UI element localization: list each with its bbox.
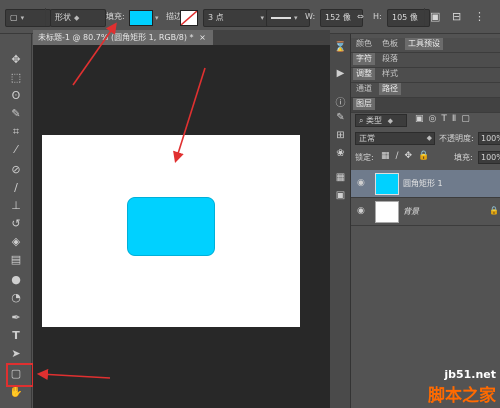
watermark-url: jb51.net	[444, 368, 496, 381]
fill-opacity-label: 填充:	[454, 153, 473, 162]
opacity-field[interactable]: 100%	[478, 132, 500, 145]
tab-color[interactable]: 颜色	[353, 38, 375, 50]
blend-mode-select[interactable]: 正常 ◆	[355, 132, 435, 145]
tab-tool-presets[interactable]: 工具预设	[405, 38, 443, 50]
tab-adjustments[interactable]: 调整	[353, 68, 375, 80]
panel-group-color: 颜色 色板 工具预设	[351, 38, 500, 53]
layer-name: 背景	[403, 207, 419, 216]
chevron-down-icon: ◆	[387, 117, 393, 125]
actions-play-icon[interactable]: ▶	[333, 68, 348, 81]
notes-panel-icon[interactable]: ✎	[333, 112, 348, 125]
properties-panel-icon[interactable]: ⊞	[333, 130, 348, 143]
tab-paths[interactable]: 路径	[379, 83, 401, 95]
lock-icons[interactable]: ▦∕✥🔒	[381, 151, 435, 161]
layer-name: 圆角矩形 1	[403, 179, 443, 188]
eye-icon[interactable]: ◉	[357, 178, 365, 188]
history-panel-icon[interactable]: ⌛	[333, 42, 348, 55]
eye-icon[interactable]: ◉	[357, 206, 365, 216]
layer-row-background[interactable]: ◉ 背景 🔒	[351, 198, 500, 226]
fill-opacity-field[interactable]: 100%	[478, 151, 500, 164]
layer-row-shape[interactable]: ◉ 圆角矩形 1	[351, 170, 500, 198]
search-icon: ⌕	[359, 116, 364, 125]
panel-group-character: 字符 段落	[351, 53, 500, 68]
brush-panel-icon[interactable]: ❀	[333, 148, 348, 161]
tab-styles[interactable]: 样式	[379, 68, 401, 80]
tab-channels[interactable]: 通道	[353, 83, 375, 95]
layers-panel-header: 图层	[351, 98, 500, 113]
lock-label: 锁定:	[355, 153, 374, 162]
arrow-to-fill	[72, 22, 117, 86]
watermark-text: 脚本之家	[428, 386, 496, 406]
watermark: jb51.net 脚本之家	[428, 368, 496, 406]
panel-group-channels: 通道 路径	[351, 83, 500, 98]
tab-character[interactable]: 字符	[353, 53, 375, 65]
arrow-to-canvas	[173, 67, 206, 164]
tab-layers[interactable]: 图层	[353, 98, 375, 110]
info-panel-icon[interactable]: ⓘ	[333, 94, 348, 109]
swatches-panel-icon[interactable]: ▦	[333, 172, 348, 185]
chevron-down-icon: ◆	[426, 134, 432, 142]
tab-paragraph[interactable]: 段落	[379, 53, 401, 65]
layer-thumbnail	[375, 201, 399, 223]
layer-thumbnail	[375, 173, 399, 195]
tab-swatches[interactable]: 色板	[379, 38, 401, 50]
opacity-label: 不透明度:	[439, 134, 474, 143]
panel-dock: 颜色 色板 工具预设 字符 段落 调整 样式 通道 路径 图层 ⌕ 类型 ◆ ▣…	[351, 34, 500, 408]
arrow-to-tool	[36, 368, 111, 381]
lock-icon: 🔒	[489, 206, 499, 215]
layer-filter-icons[interactable]: ▣◎TⅡ▢	[415, 114, 475, 124]
panel-group-adjustments: 调整 样式	[351, 68, 500, 83]
collapsed-panel-strip: ⌛ ▶ ⓘ ✎ ⊞ ❀ ▦ ▣	[330, 34, 351, 408]
styles-panel-icon[interactable]: ▣	[333, 190, 348, 203]
layer-filter-select[interactable]: ⌕ 类型 ◆	[355, 114, 407, 127]
